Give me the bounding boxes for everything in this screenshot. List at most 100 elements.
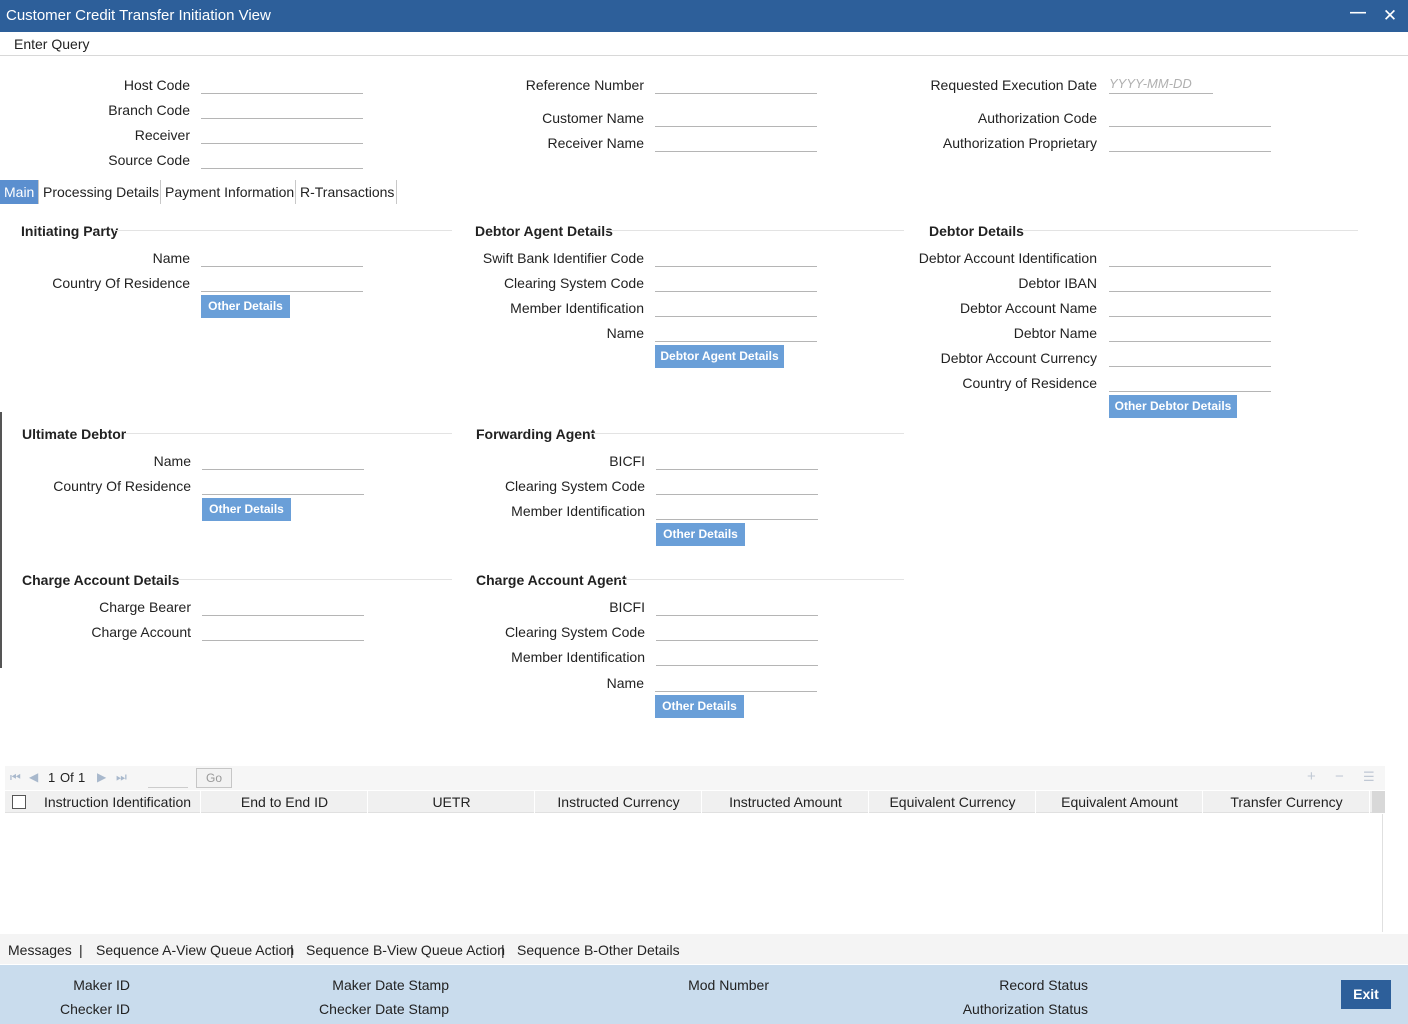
link-separator: | xyxy=(501,942,505,958)
debtor-iban-input[interactable] xyxy=(1109,272,1271,292)
grid-pagination: ⏮ ◀ 1 Of 1 ▶ ⏭ Go + − ☰ xyxy=(5,766,1385,790)
authorization-code-input[interactable] xyxy=(1109,107,1271,127)
authorization-status-label: Authorization Status xyxy=(962,1001,1088,1017)
forwarding-agent-clearing-label: Clearing System Code xyxy=(504,478,645,494)
forwarding-agent-clearing-input[interactable] xyxy=(656,475,818,495)
maker-id-label: Maker ID xyxy=(73,977,130,993)
first-page-icon[interactable]: ⏮ xyxy=(10,770,21,785)
forwarding-agent-other-details-button[interactable]: Other Details xyxy=(656,523,745,546)
charge-agent-title: Charge Account Agent xyxy=(476,572,627,588)
column-header[interactable]: UETR xyxy=(369,791,535,813)
go-button[interactable]: Go xyxy=(196,768,232,788)
grid-scrollbar[interactable] xyxy=(1372,791,1385,813)
initiating-party-title: Initiating Party xyxy=(21,223,119,239)
debtor-agent-member-input[interactable] xyxy=(655,297,817,317)
sequence-b-other-details-link[interactable]: Sequence B-Other Details xyxy=(517,942,680,958)
charge-agent-clearing-input[interactable] xyxy=(656,621,818,641)
forwarding-agent-title: Forwarding Agent xyxy=(476,426,596,442)
branch-code-input[interactable] xyxy=(201,99,363,119)
initiating-party-other-details-button[interactable]: Other Details xyxy=(201,295,290,318)
tab-r-transactions[interactable]: R-Transactions xyxy=(296,180,397,204)
authorization-proprietary-label: Authorization Proprietary xyxy=(942,135,1097,151)
delete-row-icon[interactable]: − xyxy=(1335,768,1344,785)
charge-bearer-input[interactable] xyxy=(202,596,364,616)
section-divider xyxy=(170,579,452,580)
column-header[interactable]: Transfer Currency xyxy=(1204,791,1370,813)
charge-agent-bicfi-input[interactable] xyxy=(656,596,818,616)
column-header[interactable]: Equivalent Amount xyxy=(1037,791,1203,813)
ultimate-debtor-other-details-button[interactable]: Other Details xyxy=(202,498,291,521)
forwarding-agent-bicfi-input[interactable] xyxy=(656,450,818,470)
next-page-icon[interactable]: ▶ xyxy=(97,770,106,784)
debtor-account-id-input[interactable] xyxy=(1109,247,1271,267)
charge-agent-name-label: Name xyxy=(606,675,644,691)
debtor-agent-details-button[interactable]: Debtor Agent Details xyxy=(655,345,784,368)
section-divider xyxy=(124,433,452,434)
page-of-label: Of xyxy=(60,770,74,785)
forwarding-agent-member-input[interactable] xyxy=(656,500,818,520)
charge-account-title: Charge Account Details xyxy=(22,572,180,588)
sequence-a-view-queue-action-link[interactable]: Sequence A-View Queue Action xyxy=(96,942,294,958)
debtor-currency-input[interactable] xyxy=(1109,347,1271,367)
column-header[interactable]: Equivalent Currency xyxy=(870,791,1036,813)
debtor-agent-member-label: Member Identification xyxy=(510,300,644,316)
page-number-input[interactable] xyxy=(148,768,188,788)
debtor-name-label: Debtor Name xyxy=(1013,325,1097,341)
charge-agent-other-details-button[interactable]: Other Details xyxy=(655,695,744,718)
exit-button[interactable]: Exit xyxy=(1341,980,1391,1009)
customer-name-label: Customer Name xyxy=(542,110,644,126)
initiating-party-country-input[interactable] xyxy=(201,272,363,292)
enter-query-button[interactable]: Enter Query xyxy=(14,36,89,52)
receiver-name-input[interactable] xyxy=(655,132,817,152)
ultimate-debtor-name-input[interactable] xyxy=(202,450,364,470)
charge-agent-clearing-label: Clearing System Code xyxy=(504,624,645,640)
debtor-agent-clearing-input[interactable] xyxy=(655,272,817,292)
link-separator: | xyxy=(290,942,294,958)
reference-number-label: Reference Number xyxy=(525,77,644,93)
reference-number-input[interactable] xyxy=(655,74,817,94)
tab-payment-information[interactable]: Payment Information xyxy=(161,180,296,204)
debtor-country-input[interactable] xyxy=(1109,372,1271,392)
debtor-agent-name-input[interactable] xyxy=(655,322,817,342)
grid-body xyxy=(5,814,1383,932)
debtor-iban-label: Debtor IBAN xyxy=(1018,275,1097,291)
customer-name-input[interactable] xyxy=(655,107,817,127)
sequence-b-view-queue-action-link[interactable]: Sequence B-View Queue Action xyxy=(306,942,505,958)
swift-bic-input[interactable] xyxy=(655,247,817,267)
debtor-name-input[interactable] xyxy=(1109,322,1271,342)
authorization-proprietary-input[interactable] xyxy=(1109,132,1271,152)
messages-link[interactable]: Messages xyxy=(8,942,72,958)
section-divider xyxy=(114,230,452,231)
tab-processing-details[interactable]: Processing Details xyxy=(39,180,161,204)
charge-agent-member-input[interactable] xyxy=(656,646,818,666)
host-code-input[interactable] xyxy=(201,74,363,94)
previous-page-icon[interactable]: ◀ xyxy=(29,770,38,784)
initiating-party-name-input[interactable] xyxy=(201,247,363,267)
select-all-checkbox[interactable] xyxy=(12,795,26,809)
tab-main[interactable]: Main xyxy=(0,180,39,204)
section-divider xyxy=(605,230,904,231)
column-header[interactable]: End to End ID xyxy=(202,791,368,813)
debtor-account-id-label: Debtor Account Identification xyxy=(918,250,1097,266)
column-header[interactable]: Instruction Identification xyxy=(35,791,201,813)
checker-id-label: Checker ID xyxy=(59,1001,130,1017)
close-icon[interactable]: ✕ xyxy=(1380,6,1400,26)
minimize-icon[interactable]: — xyxy=(1348,4,1368,24)
column-header[interactable]: Instructed Currency xyxy=(536,791,702,813)
maker-date-stamp-label: Maker Date Stamp xyxy=(332,977,449,993)
source-code-input[interactable] xyxy=(201,149,363,169)
add-row-icon[interactable]: + xyxy=(1307,768,1316,785)
charge-agent-name-input[interactable] xyxy=(655,672,817,692)
last-page-icon[interactable]: ⏭ xyxy=(116,770,127,785)
authorization-code-label: Authorization Code xyxy=(977,110,1097,126)
forwarding-agent-bicfi-label: BICFI xyxy=(609,453,645,469)
debtor-account-name-input[interactable] xyxy=(1109,297,1271,317)
charge-account-input[interactable] xyxy=(202,621,364,641)
requested-execution-date-input[interactable] xyxy=(1109,74,1213,94)
audit-footer: Maker ID Checker ID Maker Date Stamp Che… xyxy=(0,965,1408,1024)
list-view-icon[interactable]: ☰ xyxy=(1363,769,1375,785)
other-debtor-details-button[interactable]: Other Debtor Details xyxy=(1109,395,1237,418)
receiver-input[interactable] xyxy=(201,124,363,144)
column-header[interactable]: Instructed Amount xyxy=(703,791,869,813)
ultimate-debtor-country-input[interactable] xyxy=(202,475,364,495)
